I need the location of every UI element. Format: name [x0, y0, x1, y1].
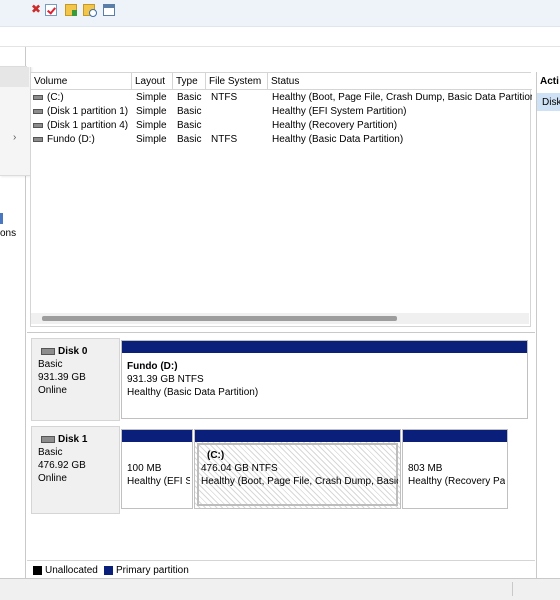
disk-0-size: 931.39 GB	[38, 372, 86, 383]
menu-bar	[0, 27, 560, 47]
column-header-file-system[interactable]: File System	[206, 73, 268, 90]
type-cell: Basic	[177, 92, 202, 103]
partition-size: 803 MB	[408, 463, 443, 474]
status-cell: Healthy (Basic Data Partition)	[272, 134, 404, 145]
file-system-cell: NTFS	[211, 134, 238, 145]
primary-partition-bar	[122, 430, 192, 442]
type-cell: Basic	[177, 134, 202, 145]
layout-cell: Simple	[136, 106, 167, 117]
legend: Unallocated Primary partition	[27, 560, 535, 578]
partition-fundo-d[interactable]: Fundo (D:) 931.39 GB NTFS Healthy (Basic…	[121, 340, 528, 419]
primary-partition-bar	[403, 430, 507, 442]
primary-partition-bar	[122, 341, 527, 353]
status-cell: Healthy (Recovery Partition)	[272, 120, 398, 131]
disk-1-label[interactable]: Disk 1 Basic 476.92 GB Online	[31, 426, 120, 514]
status-bar	[0, 578, 560, 600]
table-row[interactable]: (Disk 1 partition 4) Simple Basic Health…	[31, 119, 532, 133]
partition-size: 100 MB	[127, 463, 162, 474]
tree-node-icon	[0, 213, 3, 224]
layout-cell: Simple	[136, 92, 167, 103]
partition-status: Healthy (Basic Data Partition)	[127, 387, 259, 398]
partition-status: Healthy (Recovery Pa	[408, 476, 505, 487]
partition-name: (C:)	[207, 450, 225, 461]
legend-unallocated-label: Unallocated	[45, 565, 98, 576]
partition-status: Healthy (EFI S	[127, 476, 190, 487]
volume-cell: (C:)	[32, 91, 132, 105]
unallocated-swatch	[33, 566, 42, 575]
column-header-status[interactable]: Status	[268, 73, 532, 90]
type-cell: Basic	[177, 106, 202, 117]
partition-c[interactable]: (C:) 476.04 GB NTFS Healthy (Boot, Page …	[194, 429, 401, 509]
column-header-volume[interactable]: Volume	[31, 73, 132, 90]
status-cell: Healthy (EFI System Partition)	[272, 106, 407, 117]
table-row[interactable]: (Disk 1 partition 1) Simple Basic Health…	[31, 105, 532, 119]
drive-icon	[33, 122, 43, 128]
volume-cell: (Disk 1 partition 4)	[32, 119, 132, 133]
toolbar	[27, 47, 560, 67]
primary-partition-swatch	[104, 566, 113, 575]
delete-icon[interactable]: ✖	[31, 2, 43, 16]
partition-size: 476.04 GB NTFS	[201, 463, 278, 474]
actions-pane	[536, 72, 560, 578]
disk-0-type: Basic	[38, 359, 63, 370]
partition-name: Fundo (D:)	[127, 361, 178, 372]
primary-partition-bar	[195, 430, 400, 442]
legend-primary-partition-label: Primary partition	[116, 565, 189, 576]
partition-recovery[interactable]: 803 MB Healthy (Recovery Pa	[402, 429, 508, 509]
volume-list: Volume Layout Type File System Status (C…	[30, 72, 532, 327]
drive-icon	[33, 94, 43, 100]
column-header-layout[interactable]: Layout	[132, 73, 173, 90]
disk-0-name: Disk 0	[38, 345, 119, 358]
volume-cell: (Disk 1 partition 1)	[32, 105, 132, 119]
table-row[interactable]: Fundo (D:) Simple Basic NTFS Healthy (Ba…	[31, 133, 532, 147]
column-header-type[interactable]: Type	[173, 73, 206, 90]
folder-add-icon[interactable]	[65, 4, 77, 16]
context-menu-selected-item[interactable]	[0, 67, 29, 87]
status-cell: Healthy (Boot, Page File, Crash Dump, Ba…	[272, 92, 532, 103]
layout-cell: Simple	[136, 120, 167, 131]
table-row[interactable]: (C:) Simple Basic NTFS Healthy (Boot, Pa…	[31, 91, 532, 105]
partition-status: Healthy (Boot, Page File, Crash Dump, Ba…	[201, 476, 398, 487]
file-system-cell: NTFS	[211, 92, 238, 103]
actions-title: Acti	[540, 76, 559, 87]
window-icon[interactable]	[103, 4, 115, 16]
disk-1-state: Online	[38, 473, 67, 484]
type-cell: Basic	[177, 120, 202, 131]
scrollbar-thumb[interactable]	[42, 316, 397, 321]
disk-1-type: Basic	[38, 447, 63, 458]
disk-0-label[interactable]: Disk 0 Basic 931.39 GB Online	[31, 338, 120, 421]
partition-size: 931.39 GB NTFS	[127, 374, 204, 385]
folder-open-icon[interactable]	[83, 4, 97, 17]
actions-item-disk[interactable]: Disk	[542, 97, 560, 108]
disk-1-name: Disk 1	[38, 433, 119, 446]
disk-0-state: Online	[38, 385, 67, 396]
volume-cell: Fundo (D:)	[32, 133, 132, 147]
status-bar-divider	[512, 582, 513, 596]
properties-check-icon[interactable]	[45, 4, 57, 16]
drive-icon	[33, 108, 43, 114]
tree-node-label[interactable]: ons	[0, 228, 16, 239]
drive-icon	[33, 136, 43, 142]
layout-cell: Simple	[136, 134, 167, 145]
submenu-arrow-icon[interactable]: ›	[13, 132, 16, 143]
disk-1-size: 476.92 GB	[38, 460, 86, 471]
partition-efi[interactable]: 100 MB Healthy (EFI S	[121, 429, 193, 509]
